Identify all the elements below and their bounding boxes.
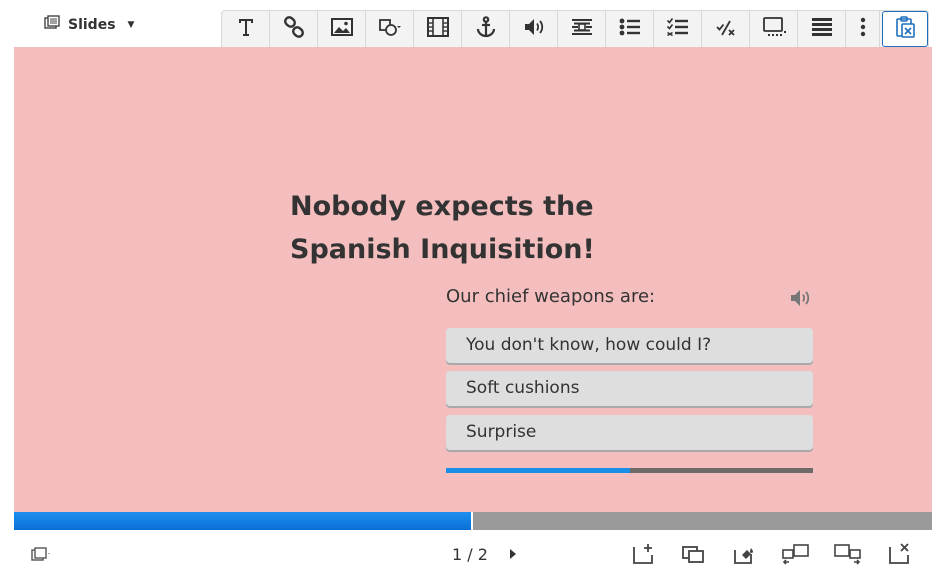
video-icon [426,15,450,43]
presentation-progress-bar[interactable] [14,512,932,530]
paint-bucket-icon [732,548,756,570]
delete-slide-button[interactable] [887,542,911,566]
total-slides-number: 2 [477,545,488,564]
answer-option-3[interactable]: Surprise [446,415,813,450]
table-icon [810,15,834,43]
slide-background-button[interactable] [732,542,756,566]
anchor-tool-button[interactable] [462,11,510,47]
content-toolbar [221,10,929,47]
bottom-bar: 1 / 2 [14,530,932,575]
true-false-tool-button[interactable] [702,11,750,47]
summary-tool-button[interactable] [750,11,798,47]
slide-title-line-2: Spanish Inquisition! [290,234,595,265]
multi-choice-tool-button[interactable] [654,11,702,47]
image-tool-button[interactable] [318,11,366,47]
single-choice-tool-button[interactable] [606,11,654,47]
paste-tool-button[interactable] [882,11,928,47]
summary-icon [762,15,786,43]
audio-tool-button[interactable] [510,11,558,47]
slides-icon [44,15,60,35]
speaker-icon [789,290,813,312]
single-choice-icon [618,15,642,43]
add-slide-button[interactable] [631,542,655,566]
move-slide-right-button[interactable] [833,542,863,566]
table-tool-button[interactable] [798,11,846,47]
fill-in-icon [570,15,594,43]
question-progress-fill [446,468,630,473]
counter-separator: / [467,545,473,564]
video-tool-button[interactable] [414,11,462,47]
slide-stage: Nobody expects the Spanish Inquisition! … [14,47,932,512]
more-tool-button[interactable] [846,11,880,47]
more-vertical-icon [851,15,875,43]
slides-icon [31,547,51,566]
shapes-tool-button[interactable] [366,11,414,47]
next-slide-arrow-icon[interactable] [510,549,516,559]
slide-title: Nobody expects the Spanish Inquisition! [290,185,610,271]
fill-in-tool-button[interactable] [558,11,606,47]
anchor-icon [474,15,498,43]
slides-menu-label: Slides [68,17,116,33]
clone-slide-button[interactable] [681,542,705,566]
shapes-icon [378,15,402,43]
move-slide-left-button[interactable] [781,542,811,566]
move-left-icon [781,544,811,570]
add-slide-icon [631,544,655,570]
image-icon [330,15,354,43]
true-false-icon [714,15,738,43]
question-text: Our chief weapons are: [446,286,656,307]
text-icon [234,15,258,43]
speaker-icon [522,15,546,43]
slide-counter: 1 / 2 [452,545,488,564]
top-bar: Slides ▼ [0,0,951,47]
current-slide-number: 1 [452,545,463,564]
question-progress-bar [446,468,813,473]
link-tool-button[interactable] [270,11,318,47]
slides-menu[interactable]: Slides ▼ [44,14,134,36]
slide-list-toggle[interactable] [31,546,51,564]
move-right-icon [833,544,863,570]
link-icon [282,15,306,43]
clipboard-icon [893,15,917,43]
answer-option-1[interactable]: You don't know, how could I? [446,328,813,363]
delete-slide-icon [887,543,911,570]
chevron-down-icon: ▼ [127,20,135,30]
answer-option-2[interactable]: Soft cushions [446,371,813,406]
multi-choice-icon [666,15,690,43]
presentation-progress-fill [14,512,473,530]
text-tool-button[interactable] [222,11,270,47]
slide-title-line-1: Nobody expects the [290,191,594,222]
read-aloud-button[interactable] [789,288,813,308]
clone-slide-icon [681,546,705,570]
